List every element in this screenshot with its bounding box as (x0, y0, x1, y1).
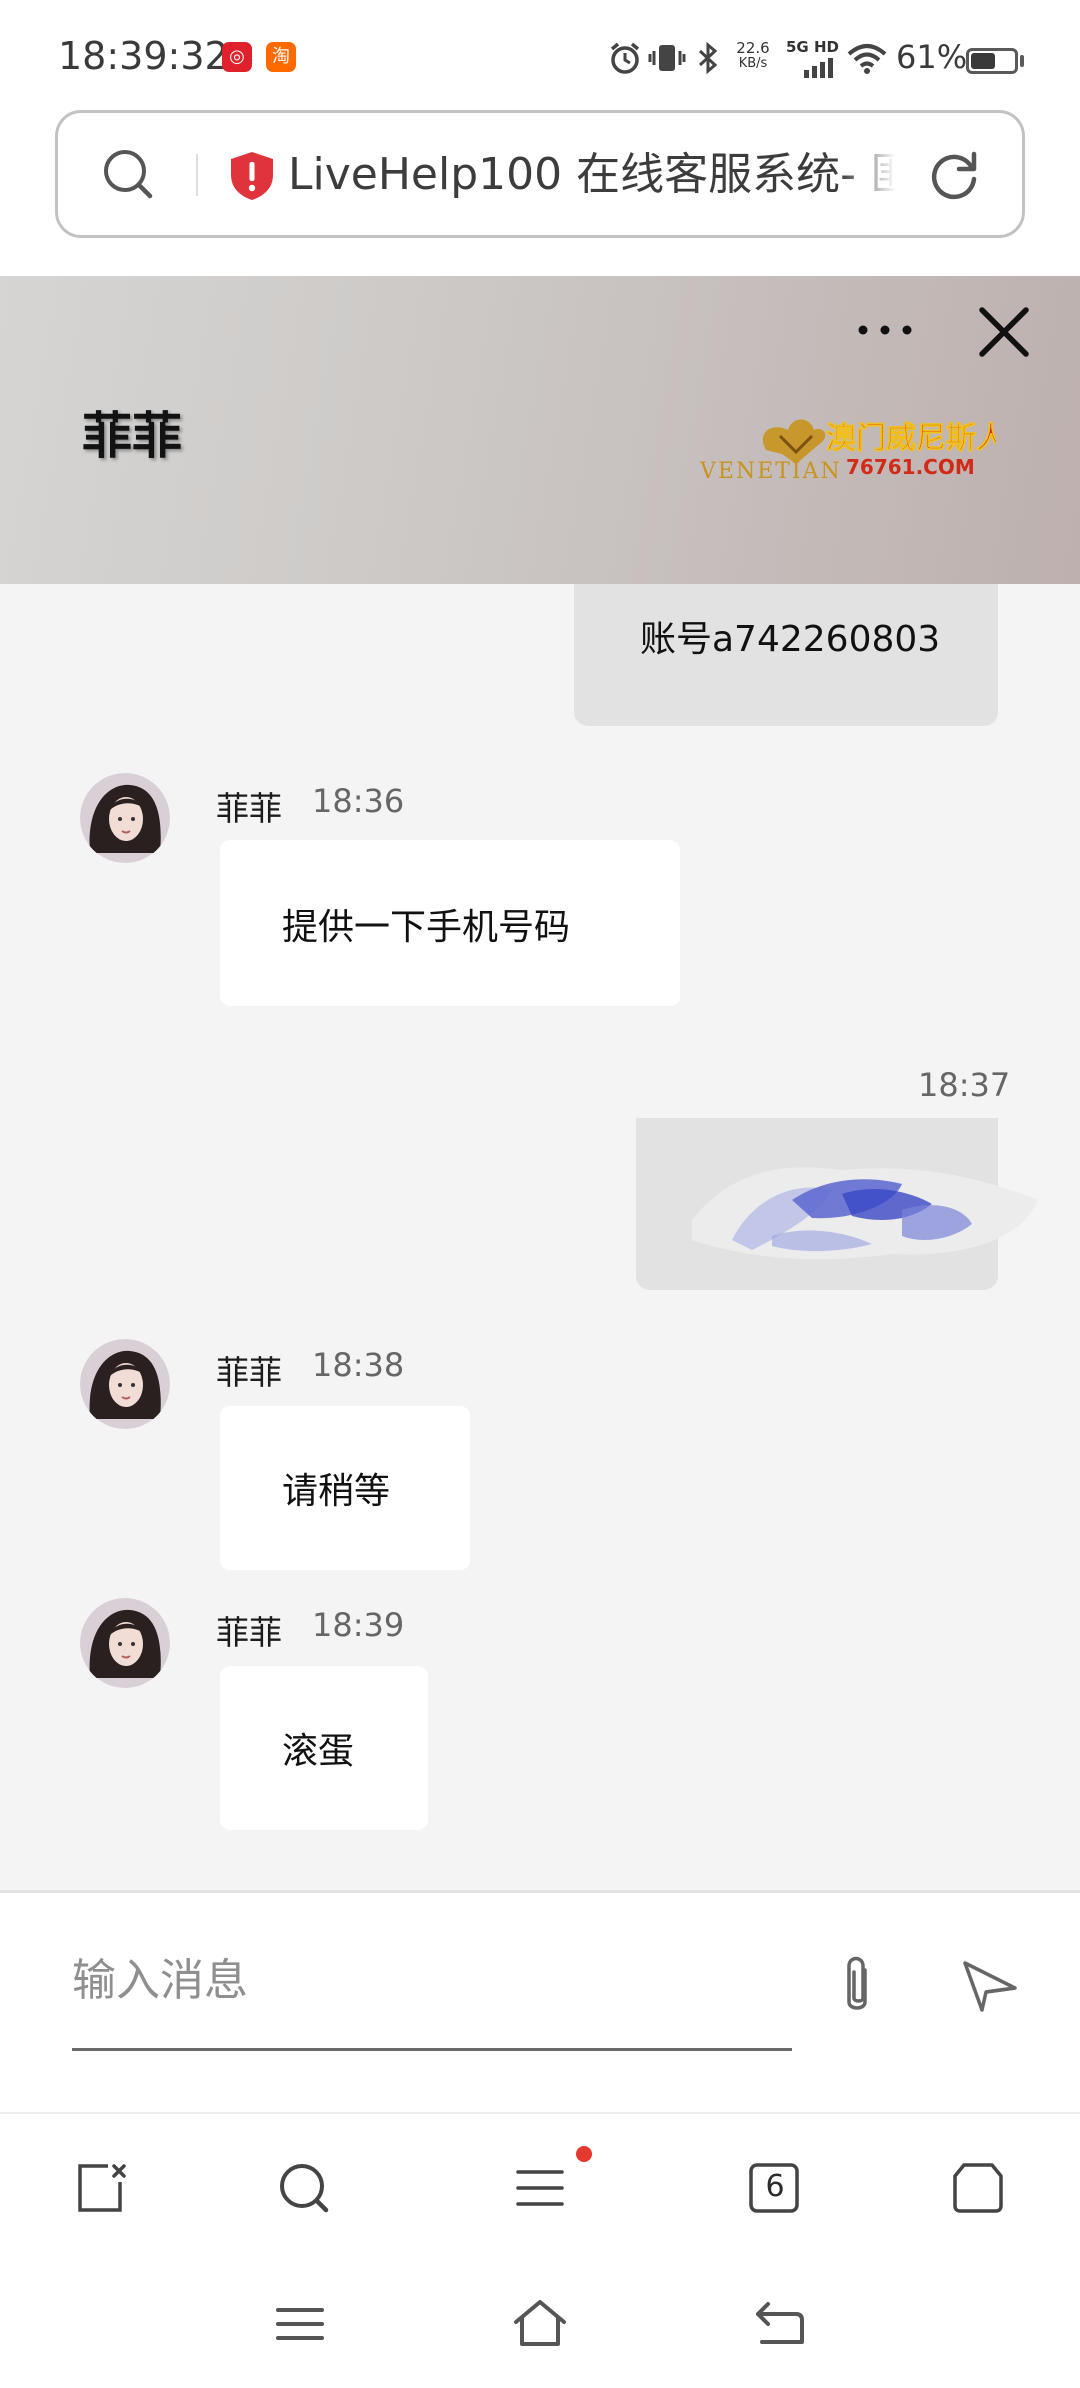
more-icon[interactable] (850, 310, 920, 350)
address-fade (840, 145, 896, 205)
bluetooth-icon (698, 41, 718, 75)
vibrate-icon (648, 45, 686, 71)
message-input[interactable] (72, 1948, 792, 2012)
battery-tip (1020, 55, 1024, 67)
sender-name: 菲菲 (216, 1353, 282, 1392)
signal-icon (804, 58, 833, 78)
send-icon[interactable] (960, 1958, 1020, 2014)
battery-fill (971, 53, 996, 69)
svg-text:VENETIAN: VENETIAN (699, 459, 842, 484)
attachment-icon[interactable] (832, 1952, 882, 2022)
back-icon[interactable] (750, 2296, 810, 2352)
sender-name: 菲菲 (216, 1613, 282, 1652)
svg-text:澳门威尼斯人: 澳门威尼斯人 (826, 421, 996, 456)
wifi-icon (847, 44, 887, 74)
network-speed-value: 22.6 (736, 39, 770, 57)
image-attachment[interactable] (672, 1140, 1038, 1280)
agent-avatar[interactable] (80, 1598, 170, 1688)
notification-dot (576, 2146, 592, 2162)
message-text: 滚蛋 (282, 1731, 355, 1772)
message-text: 账号a742260803 (640, 619, 941, 660)
message-time: 18:37 (918, 1066, 1011, 1104)
netease-music-icon: ◎ (222, 42, 252, 72)
network-speed: 22.6 KB/s (733, 40, 773, 72)
battery-icon (966, 48, 1018, 74)
message-time: 18:39 (312, 1606, 405, 1644)
recents-icon[interactable] (270, 2296, 330, 2352)
battery-percentage: 61% (896, 38, 968, 76)
warning-shield-icon[interactable] (228, 150, 276, 202)
menu-icon[interactable] (512, 2160, 568, 2216)
home-icon[interactable] (950, 2160, 1006, 2216)
search-icon[interactable] (100, 146, 156, 202)
agent-avatar[interactable] (80, 773, 170, 863)
sender-name: 菲菲 (216, 789, 282, 828)
network-type: 5G HD (786, 38, 839, 56)
address-divider (196, 154, 198, 196)
search-icon[interactable] (276, 2160, 332, 2216)
taobao-icon: 淘 (266, 42, 296, 72)
message-text: 请稍等 (282, 1471, 391, 1512)
page-title[interactable]: LiveHelp100 在线客服系统- 匪 (288, 145, 896, 205)
home-icon[interactable] (510, 2296, 570, 2352)
tab-count: 6 (765, 2169, 785, 2204)
reload-icon[interactable] (925, 146, 983, 204)
status-clock: 18:39:32 (58, 34, 229, 78)
agent-avatar[interactable] (80, 1339, 170, 1429)
close-icon[interactable] (974, 302, 1034, 362)
close-tab-icon[interactable] (74, 2160, 130, 2216)
message-time: 18:38 (312, 1346, 405, 1384)
network-speed-unit: KB/s (738, 56, 768, 71)
svg-text:76761.COM: 76761.COM (846, 455, 975, 479)
input-underline (72, 2048, 792, 2051)
brand-logo: 澳门威尼斯人 VENETIAN 76761.COM (699, 419, 996, 484)
alarm-icon (610, 42, 640, 74)
message-text: 提供一下手机号码 (282, 907, 571, 948)
message-time: 18:36 (312, 782, 405, 820)
agent-name: 菲菲 (82, 407, 182, 465)
